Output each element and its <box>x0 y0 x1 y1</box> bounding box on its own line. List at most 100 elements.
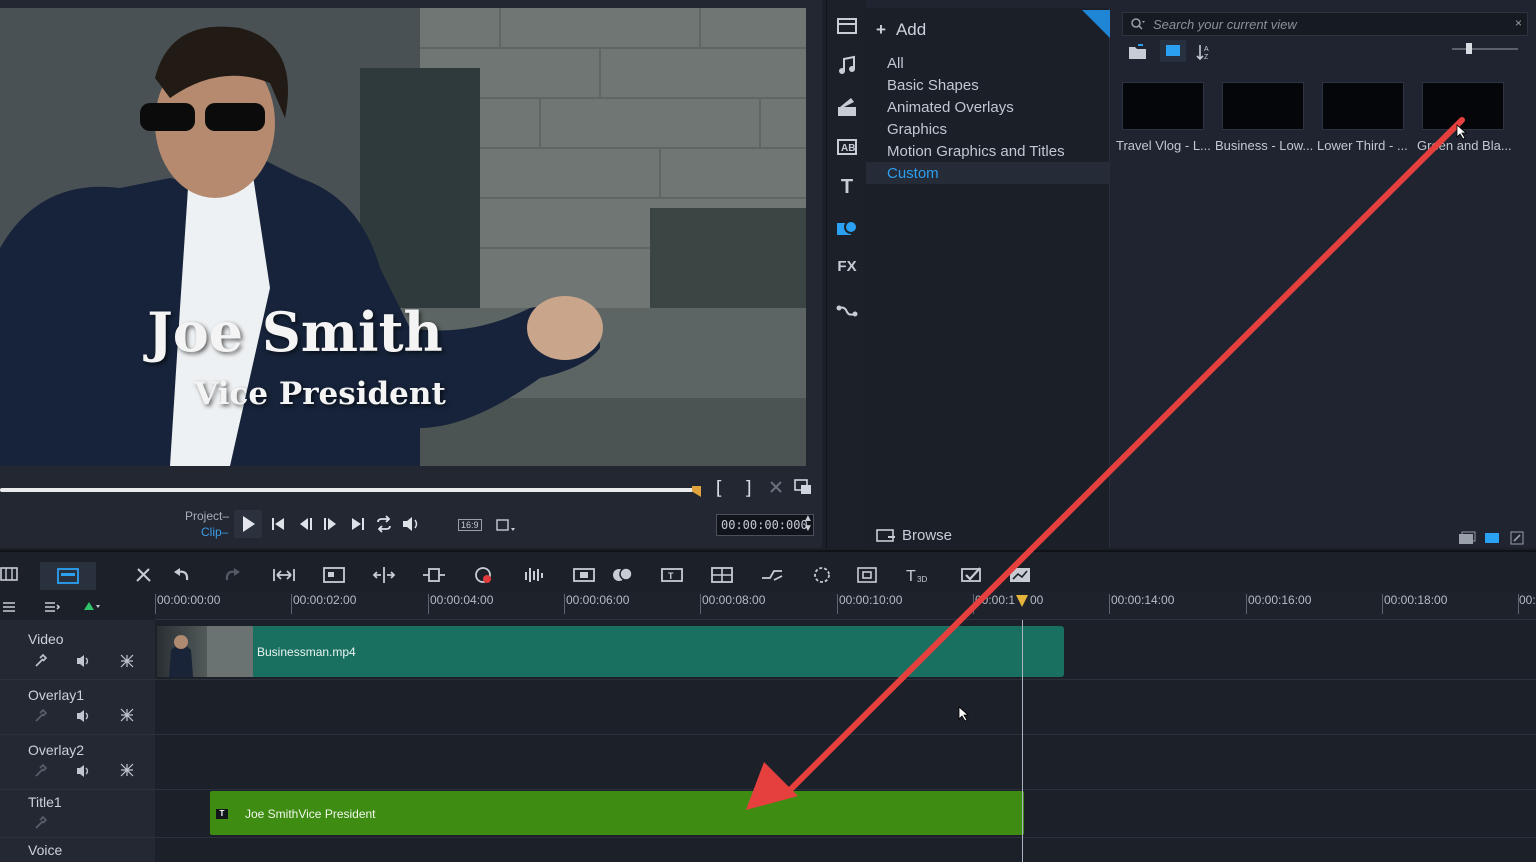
track-list-icon[interactable] <box>2 600 16 614</box>
ripple-edit-icon[interactable] <box>372 566 396 586</box>
motion-tracking-icon[interactable] <box>572 566 596 586</box>
library-list-view-icon[interactable] <box>1458 531 1476 545</box>
track-mute-icon[interactable] <box>76 654 92 668</box>
ruler-tick-mark <box>700 594 701 614</box>
end-button[interactable] <box>350 516 366 532</box>
mixer-icon[interactable] <box>472 566 496 586</box>
next-frame-icon <box>324 518 336 530</box>
record-capture-icon[interactable] <box>322 566 346 586</box>
project-mode-label[interactable]: Project– <box>185 509 229 523</box>
title-editor-icon[interactable]: T <box>660 566 684 586</box>
thumbnail-size-slider[interactable] <box>1452 48 1518 50</box>
timecode-display[interactable]: 00:00:00:000 <box>716 514 814 536</box>
time-remapping-icon[interactable] <box>760 566 784 586</box>
track-manager-icon[interactable] <box>422 566 446 586</box>
search-input[interactable]: Search your current view <box>1122 12 1528 36</box>
next-frame-button[interactable] <box>322 516 338 532</box>
track-manager-list-icon[interactable] <box>44 600 60 614</box>
volume-button[interactable] <box>402 516 420 532</box>
track-visibility-icon[interactable] <box>120 763 134 777</box>
category-motion-graphics-titles[interactable]: Motion Graphics and Titles <box>887 143 1065 160</box>
mask-creator-icon[interactable] <box>810 566 834 586</box>
undo-icon[interactable] <box>172 566 196 586</box>
fx-icon[interactable]: FX <box>835 258 859 282</box>
prev-frame-button[interactable] <box>298 516 314 532</box>
split-clip-icon[interactable] <box>768 479 784 495</box>
clear-search-icon[interactable]: × <box>1515 16 1522 30</box>
import-folder-icon[interactable] <box>1128 43 1148 61</box>
sort-icon[interactable]: AZ <box>1196 43 1212 61</box>
preview-screen[interactable]: Joe Smith Vice President <box>0 8 806 466</box>
path-icon[interactable] <box>835 298 859 322</box>
add-marker-icon[interactable] <box>82 600 102 612</box>
subtitle-editor-icon[interactable] <box>610 566 634 586</box>
category-basic-shapes[interactable]: Basic Shapes <box>887 77 979 94</box>
timecode-stepper[interactable]: ▲ ▼ <box>803 514 813 534</box>
thumbnail-view-icon[interactable] <box>1160 40 1186 62</box>
track-visibility-icon[interactable] <box>120 654 134 668</box>
link-icon[interactable] <box>34 654 50 668</box>
toolbar-customize-icon[interactable] <box>134 566 158 586</box>
playhead[interactable] <box>1022 620 1023 862</box>
ruler-tick-label: 00:00:18:00 <box>1384 593 1448 607</box>
fit-project-icon[interactable] <box>272 566 296 586</box>
search-icon <box>1130 17 1146 31</box>
library-thumbnail-2[interactable] <box>1222 82 1304 130</box>
track-visibility-icon[interactable] <box>120 708 134 722</box>
link-icon[interactable] <box>34 764 48 778</box>
link-icon[interactable] <box>34 816 48 830</box>
category-all[interactable]: All <box>887 55 904 72</box>
thumbnail-size-handle[interactable] <box>1466 43 1472 54</box>
track-mute-icon[interactable] <box>76 764 92 778</box>
mark-out-button[interactable]: ] <box>743 477 754 499</box>
3d-title-icon[interactable]: T 3D <box>905 566 929 586</box>
auto-music-icon[interactable] <box>522 566 546 586</box>
instant-project-icon[interactable] <box>835 95 859 119</box>
category-graphics[interactable]: Graphics <box>887 121 947 138</box>
track-name-overlay2: Overlay2 <box>28 742 85 758</box>
storyboard-view-icon[interactable] <box>0 566 24 586</box>
title-icon[interactable]: T <box>835 176 859 200</box>
ruler-tick-mark <box>1246 594 1247 614</box>
track-name-title1: Title1 <box>28 794 62 810</box>
preview-scrubber[interactable] <box>0 488 700 492</box>
track-mute-icon[interactable] <box>76 709 92 723</box>
library-thumbnail-1[interactable] <box>1122 82 1204 130</box>
smart-proxy-icon[interactable] <box>960 566 984 586</box>
repeat-icon <box>377 515 391 533</box>
project-mode-text: Project <box>185 509 223 523</box>
library-grid-view-icon[interactable] <box>1484 531 1500 545</box>
title-clip-label: Joe SmithVice President <box>245 807 376 821</box>
aspect-ratio-button[interactable]: 16:9 <box>458 519 482 531</box>
speaker-icon <box>403 517 418 531</box>
browse-button[interactable]: Browse <box>876 527 952 544</box>
audio-icon[interactable] <box>835 54 859 78</box>
play-icon <box>243 516 255 532</box>
media-icon[interactable] <box>835 14 859 38</box>
scoring-icon[interactable] <box>1008 566 1032 586</box>
ruler-tick-label: 00:00:1 <box>975 593 1016 607</box>
category-animated-overlays[interactable]: Animated Overlays <box>887 99 1014 116</box>
link-icon[interactable] <box>34 709 48 723</box>
transition-icon[interactable]: AB <box>835 135 859 159</box>
library-thumbnail-4[interactable] <box>1422 82 1504 130</box>
library-edit-icon[interactable] <box>1510 531 1524 545</box>
clip-mode-label[interactable]: Clip– <box>201 525 228 539</box>
multi-camera-icon[interactable] <box>710 566 734 586</box>
crop-icon <box>496 519 515 531</box>
category-custom[interactable]: Custom <box>887 165 939 182</box>
timeline-view-button[interactable] <box>40 562 96 590</box>
graphics-icon[interactable] <box>835 217 859 241</box>
repeat-button[interactable] <box>375 515 393 533</box>
home-button[interactable] <box>270 516 286 532</box>
track-row-overlay2 <box>0 735 1536 790</box>
pan-zoom-icon[interactable] <box>855 566 879 586</box>
scaling-mode-button[interactable] <box>496 518 518 534</box>
add-category-button[interactable]: + Add <box>876 20 926 40</box>
play-button[interactable] <box>234 510 262 538</box>
mark-in-button[interactable]: [ <box>713 477 724 499</box>
library-thumbnail-3[interactable] <box>1322 82 1404 130</box>
svg-text:AB: AB <box>841 143 855 154</box>
enlarge-preview-icon[interactable] <box>794 479 812 495</box>
redo-icon[interactable] <box>222 566 246 586</box>
